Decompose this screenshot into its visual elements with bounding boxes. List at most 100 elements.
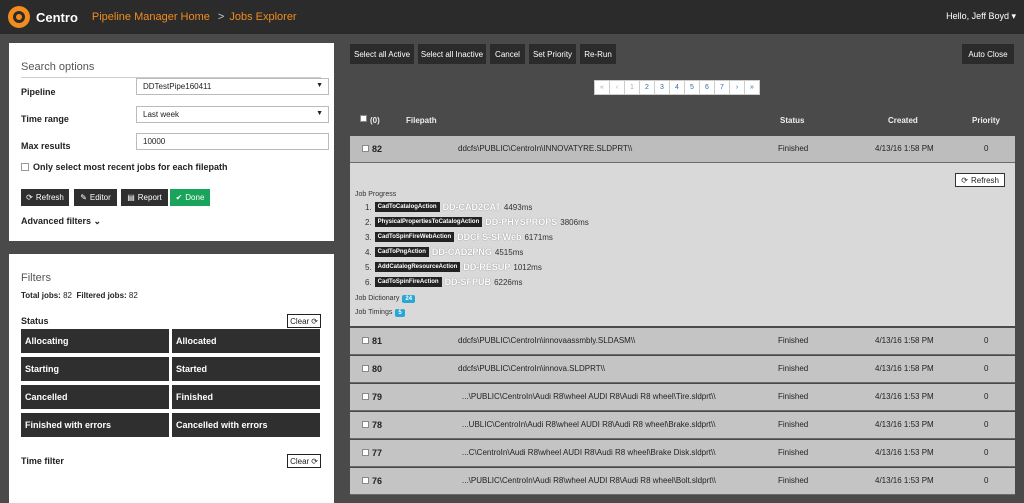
rerun-button[interactable]: Re-Run <box>580 44 616 64</box>
row-checkbox[interactable] <box>362 477 369 484</box>
row-created: 4/13/16 1:53 PM <box>875 448 934 457</box>
page-6[interactable]: 6 <box>699 80 715 95</box>
row-created: 4/13/16 1:58 PM <box>875 364 934 373</box>
progress-step: 1. CadToCatalogAction DD-CAD2CAT 4493ms <box>365 202 533 212</box>
details-refresh-button[interactable]: ⟳ Refresh <box>955 173 1005 187</box>
filters-panel: Filters Total jobs: 82 Filtered jobs: 82… <box>9 254 334 503</box>
job-dictionary-link[interactable]: Job Dictionary 24 <box>355 295 416 303</box>
action-tag: CadToSpinFireWebAction <box>374 232 455 242</box>
pipeline-select[interactable]: DDTestPipe160411 ▼ <box>136 78 329 95</box>
table-row[interactable]: 81 ddcfs\PUBLIC\CentroIn\innovaassmbly.S… <box>350 328 1015 355</box>
set-priority-button[interactable]: Set Priority <box>529 44 576 64</box>
report-button[interactable]: ▤ Report <box>121 189 168 206</box>
status-cancelled[interactable]: Cancelled <box>21 385 169 409</box>
progress-step: 3. CadToSpinFireWebAction DDCFS-SFWeb 61… <box>365 232 553 242</box>
breadcrumb-separator: > <box>217 11 225 23</box>
done-button[interactable]: ✔ Done <box>170 189 210 206</box>
cancel-button[interactable]: Cancel <box>490 44 525 64</box>
status-starting[interactable]: Starting <box>21 357 169 381</box>
user-menu[interactable]: Hello, Jeff Boyd ▾ <box>946 11 1016 22</box>
page-last[interactable]: » <box>744 80 760 95</box>
row-filepath: ...\PUBLIC\CentroIn\Audi R8\wheel AUDI R… <box>462 476 716 485</box>
row-id: 77 <box>372 448 383 458</box>
refresh-button[interactable]: ⟳ Refresh <box>21 189 69 206</box>
row-checkbox[interactable] <box>362 365 369 372</box>
col-priority[interactable]: Priority <box>972 116 1000 125</box>
col-filepath[interactable]: Filepath <box>406 116 437 125</box>
row-filepath: ...C\CentroIn\Audi R8\wheel AUDI R8\Audi… <box>462 448 716 457</box>
time-range-select[interactable]: Last week ▼ <box>136 106 329 123</box>
progress-step: 6. CadToSpinFireAction DD-SFPUB 6226ms <box>365 277 523 287</box>
max-results-value: 10000 <box>143 137 166 146</box>
clear-time-button[interactable]: Clear ⟳ <box>287 454 321 468</box>
search-options-title: Search options <box>21 61 95 73</box>
centro-logo-icon <box>8 6 30 28</box>
table-row[interactable]: 80 ddcfs\PUBLIC\CentroIn\innova.SLDPRT\\… <box>350 356 1015 383</box>
brand-name: Centro <box>36 9 78 25</box>
row-priority: 0 <box>984 392 989 401</box>
col-created[interactable]: Created <box>888 116 918 125</box>
status-allocated[interactable]: Allocated <box>172 329 320 353</box>
page-5[interactable]: 5 <box>684 80 700 95</box>
table-row[interactable]: 77 ...C\CentroIn\Audi R8\wheel AUDI R8\A… <box>350 440 1015 467</box>
table-row[interactable]: 82 ddcfs\PUBLIC\CentroIn\INNOVATYRE.SLDP… <box>350 136 1015 163</box>
page-7[interactable]: 7 <box>714 80 730 95</box>
timings-count-badge: 5 <box>395 309 405 317</box>
breadcrumb-jobs-explorer[interactable]: Jobs Explorer <box>229 11 296 23</box>
table-row[interactable]: 76 ...\PUBLIC\CentroIn\Audi R8\wheel AUD… <box>350 468 1015 495</box>
page-2[interactable]: 2 <box>639 80 655 95</box>
row-id: 76 <box>372 476 383 486</box>
pencil-icon: ✎ <box>80 193 87 202</box>
row-checkbox[interactable] <box>362 145 369 152</box>
page-first[interactable]: « <box>594 80 610 95</box>
report-icon: ▤ <box>127 193 135 202</box>
table-header: (0) Filepath Status Created Priority <box>350 112 1015 132</box>
status-finished-with-errors[interactable]: Finished with errors <box>21 413 169 437</box>
auto-close-button[interactable]: Auto Close <box>962 44 1014 64</box>
breadcrumb-pipeline-manager-home[interactable]: Pipeline Manager Home <box>92 11 210 23</box>
page-prev[interactable]: ‹ <box>609 80 625 95</box>
pipeline-value: DDTestPipe160411 <box>143 82 212 91</box>
row-priority: 0 <box>984 448 989 457</box>
top-bar: Centro Pipeline Manager Home > Jobs Expl… <box>0 0 1024 34</box>
status-cancelled-with-errors[interactable]: Cancelled with errors <box>172 413 320 437</box>
row-checkbox[interactable] <box>362 393 369 400</box>
max-results-label: Max results <box>21 141 71 151</box>
row-checkbox[interactable] <box>362 337 369 344</box>
job-timings-link[interactable]: Job Timings 5 <box>355 309 405 317</box>
job-counts: Total jobs: 82 Filtered jobs: 82 <box>21 291 138 300</box>
table-row[interactable]: 78 ...UBLIC\CentroIn\Audi R8\wheel AUDI … <box>350 412 1015 439</box>
select-all-checkbox[interactable] <box>360 115 367 122</box>
time-range-label: Time range <box>21 114 69 124</box>
status-started[interactable]: Started <box>172 357 320 381</box>
status-filter-label: Status <box>21 316 49 326</box>
row-status: Finished <box>778 144 809 153</box>
select-all-active-button[interactable]: Select all Active <box>350 44 414 64</box>
row-filepath: ddcfs\PUBLIC\CentroIn\INNOVATYRE.SLDPRT\… <box>458 144 633 153</box>
filters-title: Filters <box>21 272 51 284</box>
page-4[interactable]: 4 <box>669 80 685 95</box>
row-priority: 0 <box>984 420 989 429</box>
col-status[interactable]: Status <box>780 116 804 125</box>
clear-status-button[interactable]: Clear ⟳ <box>287 314 321 328</box>
row-status: Finished <box>778 476 809 485</box>
editor-button[interactable]: ✎ Editor <box>74 189 117 206</box>
row-checkbox[interactable] <box>362 421 369 428</box>
row-status: Finished <box>778 392 809 401</box>
row-id: 82 <box>372 144 383 154</box>
row-created: 4/13/16 1:53 PM <box>875 476 934 485</box>
table-row[interactable]: 79 ...\PUBLIC\CentroIn\Audi R8\wheel AUD… <box>350 384 1015 411</box>
page-next[interactable]: › <box>729 80 745 95</box>
page-3[interactable]: 3 <box>654 80 670 95</box>
row-checkbox[interactable] <box>362 449 369 456</box>
page-1[interactable]: 1 <box>624 80 640 95</box>
select-all-inactive-button[interactable]: Select all Inactive <box>418 44 486 64</box>
action-tag: PhysicalPropertiesToCatalogAction <box>374 217 483 227</box>
status-allocating[interactable]: Allocating <box>21 329 169 353</box>
row-id: 80 <box>372 364 383 374</box>
job-progress-label: Job Progress <box>355 191 397 198</box>
max-results-input[interactable]: 10000 <box>136 133 329 150</box>
recent-jobs-checkbox[interactable] <box>21 163 29 171</box>
advanced-filters-toggle[interactable]: Advanced filters ⌄ <box>21 216 101 227</box>
status-finished[interactable]: Finished <box>172 385 320 409</box>
